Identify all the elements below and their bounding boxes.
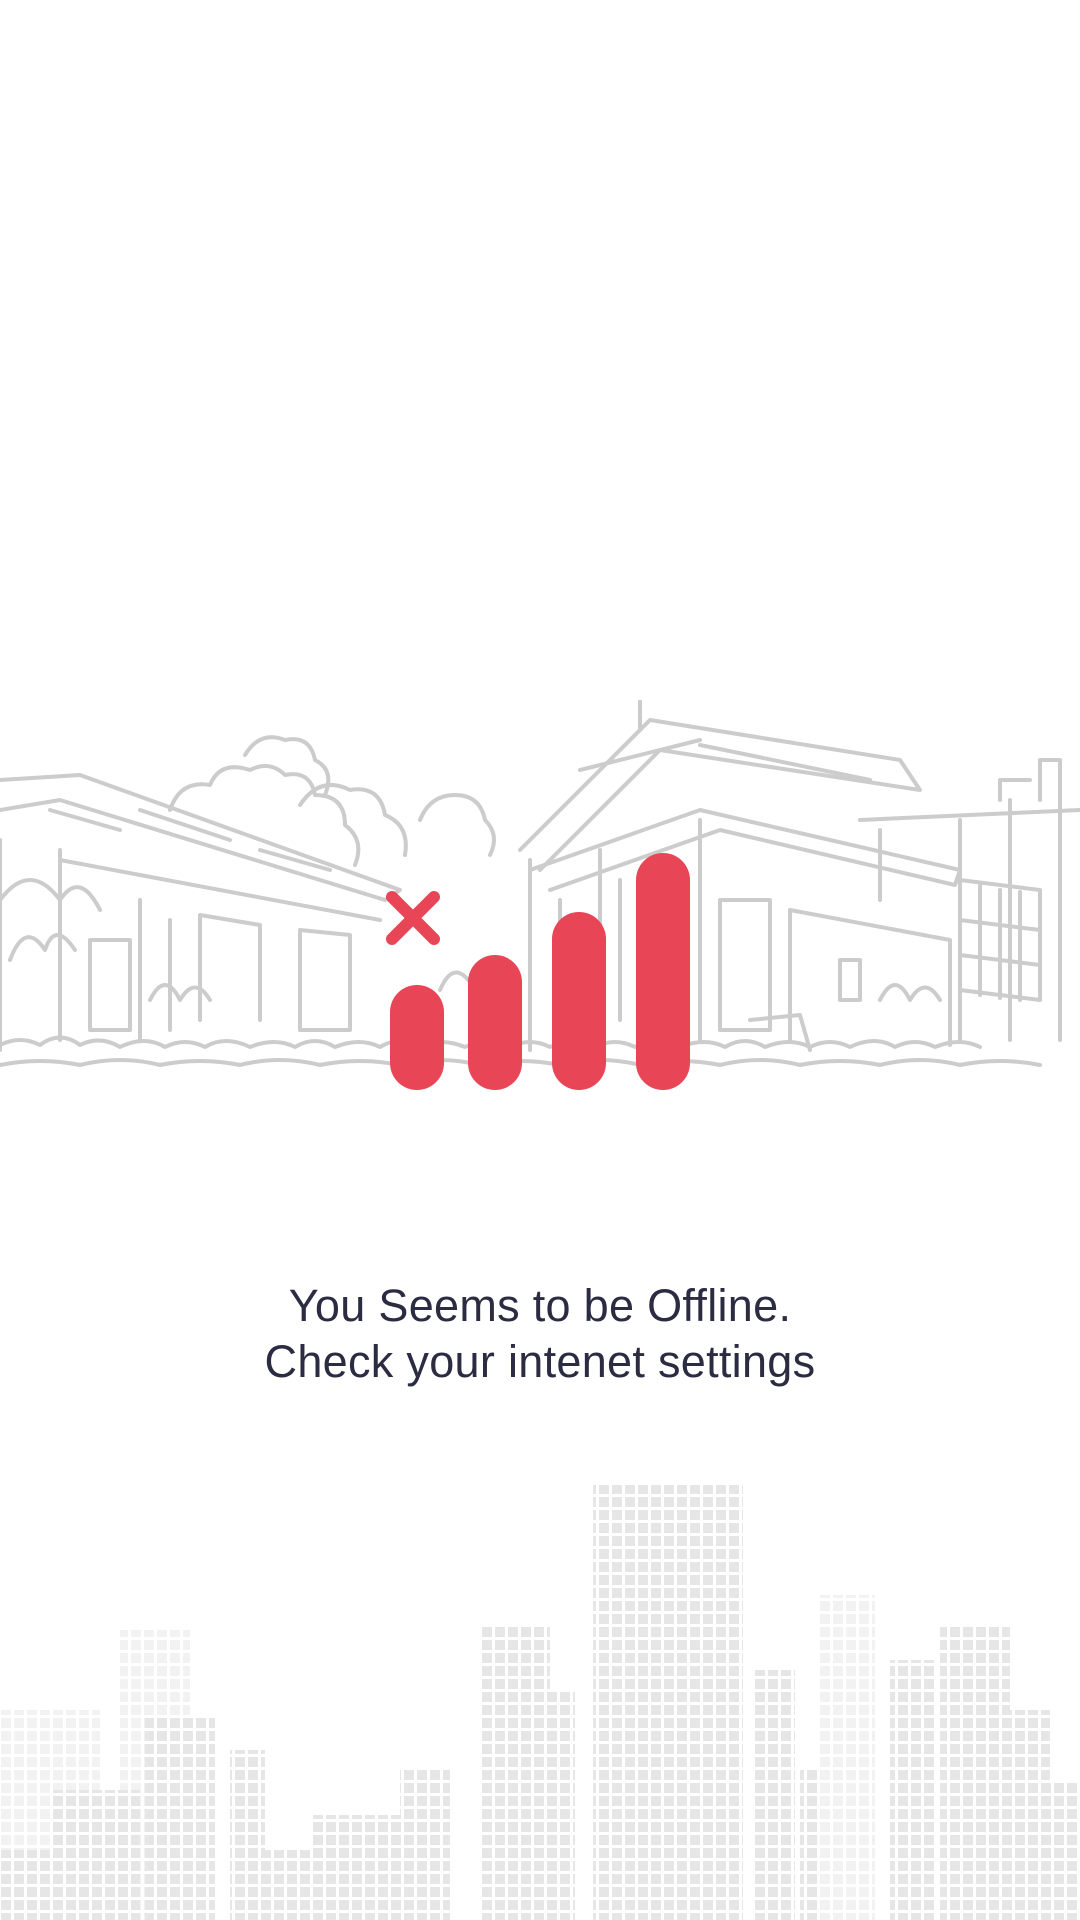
offline-message-line-2: Check your intenet settings (264, 1336, 816, 1387)
offline-screen: You Seems to be Offline. Check your inte… (0, 0, 1080, 1920)
no-signal-icon (386, 853, 690, 1090)
offline-message: You Seems to be Offline. Check your inte… (0, 1278, 1080, 1390)
close-icon (386, 891, 440, 945)
offline-message-line-1: You Seems to be Offline. (288, 1280, 792, 1331)
city-skyline-pattern (0, 1485, 1080, 1920)
